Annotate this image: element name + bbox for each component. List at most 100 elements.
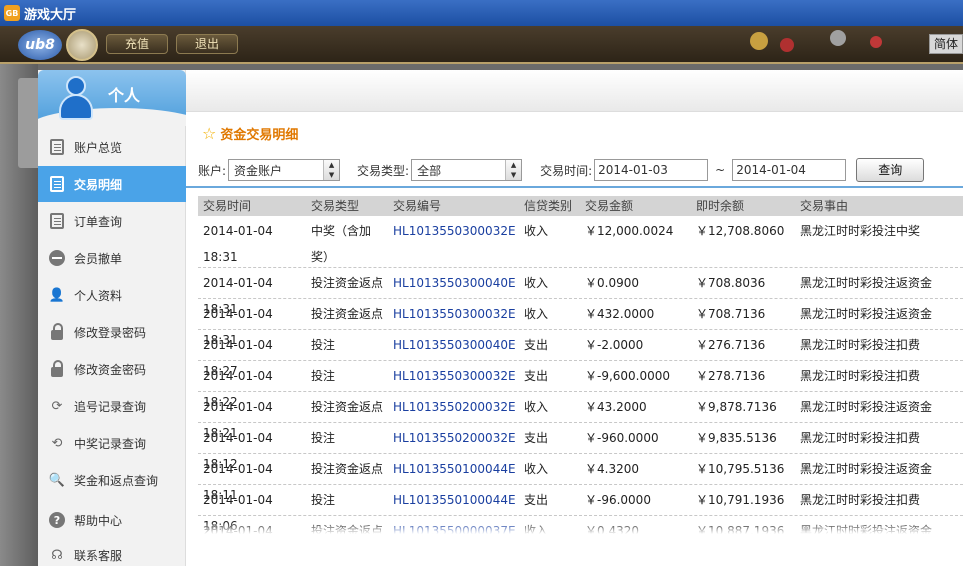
sidebar-header-label: 个人 [108, 86, 141, 105]
sidebar-item-bonus-search[interactable]: 🔍 奖金和返点查询 [38, 462, 186, 498]
sidebar-item-label: 交易明细 [74, 177, 123, 192]
sidebar-item-cancel-order[interactable]: 会员撤单 [38, 240, 186, 276]
personal-panel: 个人 账户总览 交易明细 订单查询 会员撤单 👤 个人资料 修改登录密码 修改资… [38, 70, 963, 566]
home-tab [18, 78, 38, 168]
balance-cell: ￥10,795.5136 [696, 462, 785, 476]
sidebar-item-profile[interactable]: 👤 个人资料 [38, 277, 186, 313]
date-from-input[interactable]: 2014-01-03 [594, 159, 709, 181]
type-cell: 投注 [311, 369, 336, 383]
table-row: 2014-01-04 18:11 投注资金返点 HL1013550100044E 收入… [198, 454, 963, 502]
sidebar-item-account-overview[interactable]: 账户总览 [38, 129, 186, 165]
category-cell: 收入 [524, 400, 549, 414]
window-title: 游戏大厅 [24, 7, 77, 23]
transaction-id-link[interactable]: HL1013550200032E [388, 394, 519, 420]
table-header: 交易时间 交易类型 交易编号 信贷类别 交易金额 即时余额 交易事由 [198, 196, 963, 216]
order-query-icon [48, 212, 66, 230]
transaction-detail-icon [48, 175, 66, 193]
reason-cell: 黑龙江时时彩投注中奖 [800, 224, 921, 238]
column-header: 交易类型 [311, 199, 360, 213]
sidebar-item-change-login-password[interactable]: 修改登录密码 [38, 314, 186, 350]
balance-cell: ￥9,835.5136 [696, 431, 777, 445]
balance-cell: ￥278.7136 [696, 369, 766, 383]
reason-cell: 黑龙江时时彩投注扣费 [800, 338, 921, 352]
sidebar-item-chase-record[interactable]: ⟳ 追号记录查询 [38, 388, 186, 424]
transaction-id-link[interactable]: HL1013550200032E [388, 425, 519, 451]
transaction-id-link[interactable]: HL1013550300032E [388, 363, 519, 389]
table-row: 2014-01-04 18:22 投注 HL1013550300032E 支出 ￥-9,… [198, 361, 963, 409]
amount-cell: ￥4.3200 [585, 462, 639, 476]
amount-cell: ￥-9,600.0000 [585, 369, 671, 383]
win-record-icon: ⟲ [51, 435, 63, 451]
balance-cell: ￥276.7136 [696, 338, 766, 352]
category-cell: 支出 [524, 369, 549, 383]
amount-cell: ￥12,000.0024 [585, 224, 674, 238]
sidebar-item-help[interactable]: ? 帮助中心 [38, 502, 186, 538]
type-text: 中奖（含加 [311, 224, 372, 238]
balance-cell: ￥10,791.1936 [696, 493, 785, 507]
spinner-arrows-icon: ▲ ▼ [323, 160, 340, 180]
spinner-arrows-icon: ▲ ▼ [505, 160, 522, 180]
transaction-id-link[interactable]: HL1013550100044E [388, 456, 519, 482]
category-cell: 收入 [524, 224, 549, 238]
sidebar-item-label: 追号记录查询 [74, 399, 147, 414]
christmas-ornaments [680, 26, 920, 62]
profile-icon: 👤 [48, 287, 66, 303]
transaction-id-link[interactable]: HL1013550300040E [388, 270, 519, 296]
column-header: 即时余额 [696, 199, 745, 213]
reason-cell: 黑龙江时时彩投注返资金 [800, 400, 933, 414]
type-cell: 投注 [311, 338, 336, 352]
transaction-id-link[interactable]: HL1013550100044E [388, 487, 519, 513]
cancel-order-icon [48, 249, 66, 267]
sidebar-item-transaction-detail[interactable]: 交易明细 [38, 166, 186, 202]
avatar[interactable] [66, 29, 98, 61]
query-button[interactable]: 查询 [856, 158, 925, 182]
transaction-id-link[interactable]: HL1013550300040E [388, 332, 519, 358]
table-row: 2014-01-04 18:31 投注资金返点 HL1013550300040E 收入… [198, 268, 963, 316]
account-label: 账户: [198, 163, 227, 178]
date-to-input[interactable]: 2014-01-04 [732, 159, 847, 181]
account-select[interactable]: 资金账户 ▲ ▼ [228, 159, 341, 181]
transaction-id-link[interactable]: HL1013550300032E [388, 218, 519, 244]
column-header: 交易编号 [393, 199, 442, 213]
hall-logo: ub8 [18, 30, 62, 60]
category-cell: 支出 [524, 338, 549, 352]
amount-cell: ￥-96.0000 [585, 493, 651, 507]
filter-bar: 账户: 资金账户 ▲ ▼ 交易类型: 全部 ▲ ▼ 交易时间: 2014-01-03… [198, 156, 963, 184]
sidebar-item-label: 订单查询 [74, 214, 123, 229]
category-cell: 收入 [524, 276, 549, 290]
sidebar-item-contact[interactable]: ☊ 联系客服 [38, 537, 186, 566]
table-row: 2014-01-04 18:31 中奖（含加 奖） HL1013550300032E 收… [198, 216, 963, 268]
sidebar: 个人 账户总览 交易明细 订单查询 会员撤单 👤 个人资料 修改登录密码 修改资… [38, 70, 186, 566]
balance-cell: ￥708.8036 [696, 276, 766, 290]
reason-cell: 黑龙江时时彩投注扣费 [800, 431, 921, 445]
type-cell: 投注资金返点 [311, 276, 384, 290]
window-titlebar: GB 游戏大厅 [0, 0, 963, 26]
type-select-value: 全部 [417, 163, 442, 178]
recharge-button[interactable]: 充值 [106, 34, 169, 54]
sidebar-item-order-query[interactable]: 订单查询 [38, 203, 186, 239]
amount-cell: ￥43.2000 [585, 400, 647, 414]
account-overview-icon [48, 138, 66, 156]
time-label: 交易时间: [540, 163, 593, 178]
sidebar-item-win-record[interactable]: ⟲ 中奖记录查询 [38, 425, 186, 461]
bonus-search-icon: 🔍 [48, 472, 66, 488]
column-header: 交易金额 [585, 199, 634, 213]
transaction-id-link[interactable]: HL1013550300032E [388, 301, 519, 327]
column-header: 交易时间 [203, 199, 252, 213]
language-switch[interactable]: 简体 [929, 34, 963, 54]
chase-record-icon: ⟳ [51, 398, 63, 414]
balance-cell: ￥9,878.7136 [696, 400, 777, 414]
column-header: 交易事由 [800, 199, 849, 213]
sidebar-item-label: 修改登录密码 [74, 325, 147, 340]
logout-button[interactable]: 退出 [176, 34, 239, 54]
category-cell: 收入 [524, 462, 549, 476]
date-separator: ~ [715, 163, 726, 177]
reason-cell: 黑龙江时时彩投注扣费 [800, 493, 921, 507]
account-select-value: 资金账户 [234, 163, 283, 178]
sidebar-item-label: 会员撤单 [74, 251, 123, 266]
hall-top-bar: ub8 充值 退出 简体 [0, 26, 963, 64]
type-select[interactable]: 全部 ▲ ▼ [411, 159, 523, 181]
transactions-table: 交易时间 交易类型 交易编号 信贷类别 交易金额 即时余额 交易事由 2014-… [198, 196, 963, 534]
sidebar-item-label: 修改资金密码 [74, 362, 147, 377]
sidebar-item-change-fund-password[interactable]: 修改资金密码 [38, 351, 186, 387]
